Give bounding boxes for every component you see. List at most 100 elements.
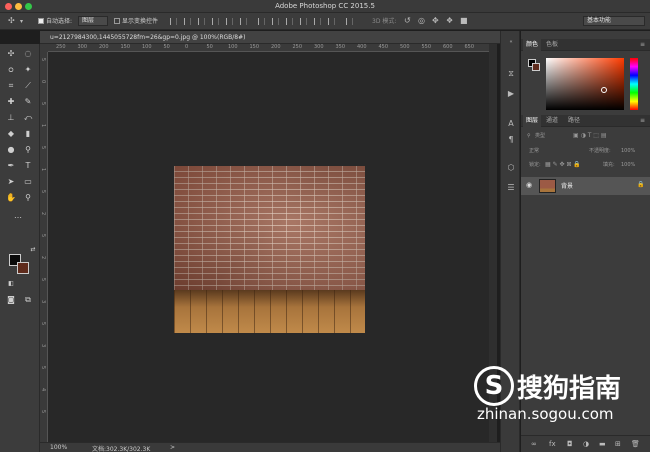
ruler-tick-label: 3 [40,344,46,348]
eyedropper-tool-icon[interactable]: ⟋ [21,80,35,92]
blend-mode-dropdown[interactable]: 正常 [529,147,539,155]
tab-layers[interactable]: 图层 [523,115,542,127]
slide-3d-icon[interactable]: ❖ [446,16,453,25]
ruler-tick-label: 550 [421,44,432,50]
distribute-bottom-icon[interactable] [286,18,293,25]
move-tool-icon[interactable]: ✣ [4,48,18,60]
document-image[interactable] [174,166,365,333]
lasso-tool-icon[interactable]: ᴑ [4,64,18,76]
drag-3d-icon[interactable]: ✥ [432,16,439,25]
fill-input[interactable]: 100% [621,161,635,169]
distribute-hcenter-icon[interactable] [314,18,321,25]
zoom-level[interactable]: 100% [50,444,67,451]
layer-style-icon[interactable]: fx [549,440,556,448]
gradient-tool-icon[interactable]: ▮ [21,128,35,140]
panel-menu-icon[interactable]: ≡ [637,115,648,127]
layer-filter-dropdown[interactable]: 类型 [535,132,545,140]
screen-mode-icon[interactable]: ⧉ [21,294,35,306]
hand-tool-icon[interactable]: ✋ [4,192,18,204]
tab-swatches[interactable]: 色板 [543,39,561,51]
distribute-top-icon[interactable] [258,18,265,25]
auto-select-target-dropdown[interactable]: 图层 [78,16,108,26]
paragraph-panel-icon[interactable]: ¶ [506,135,516,145]
workspace-dropdown[interactable]: 基本功能 [583,16,645,26]
show-transform-checkbox[interactable] [114,18,120,24]
align-right-icon[interactable] [240,18,247,25]
new-group-icon[interactable]: ▬ [599,440,606,448]
auto-align-icon[interactable] [346,18,353,25]
chevron-down-icon[interactable]: ▾ [20,18,23,25]
character-panel-icon[interactable]: A [506,119,516,129]
trash-icon[interactable]: 🗑 [631,440,640,448]
history-panel-icon[interactable]: ⧖ [506,69,516,79]
actions-panel-icon[interactable]: ▶ [506,89,516,99]
ruler-tick-label: 5 [40,146,46,150]
type-tool-icon[interactable]: T [21,160,35,172]
distribute-right-icon[interactable] [328,18,335,25]
eraser-tool-icon[interactable]: ◆ [4,128,18,140]
ruler-tick-label: 250 [292,44,303,50]
path-selection-tool-icon[interactable]: ➤ [4,176,18,188]
3d-panel-icon[interactable]: ⬡ [506,163,516,173]
distribute-left-icon[interactable] [300,18,307,25]
background-color-swatch[interactable] [17,262,29,274]
layer-name[interactable]: 背景 [561,181,573,190]
link-layers-icon[interactable]: ∞ [531,440,537,448]
history-brush-tool-icon[interactable]: ⤺ [21,112,35,124]
blur-tool-icon[interactable]: ● [4,144,18,156]
panel-menu-icon[interactable]: ≡ [637,39,648,51]
clone-stamp-tool-icon[interactable]: ⊥ [4,112,18,124]
scale-3d-icon[interactable]: ■ [460,16,468,25]
watermark-url: zhinan.sogou.com [477,405,614,423]
collapse-icon[interactable]: « [506,37,516,47]
align-vcenter-icon[interactable] [184,18,191,25]
ruler-tick-label: 150 [249,44,260,50]
roll-3d-icon[interactable]: ◎ [418,16,425,25]
lock-icon: 🔒 [637,181,645,188]
rectangle-tool-icon[interactable]: ▭ [21,176,35,188]
marquee-tool-icon[interactable]: ◌ [21,48,35,60]
healing-brush-tool-icon[interactable]: ✚ [4,96,18,108]
color-panel-background[interactable] [532,63,540,71]
status-menu-arrow[interactable]: > [170,444,175,451]
brush-tool-icon[interactable]: ✎ [21,96,35,108]
fill-label: 填充: [603,162,615,168]
properties-panel-icon[interactable]: ☰ [506,183,516,193]
add-mask-icon[interactable]: ◘ [567,440,573,448]
ruler-tick-label: 200 [99,44,109,50]
distribute-vcenter-icon[interactable] [272,18,279,25]
document-tab[interactable]: u=2127984300,1445055728fm=26&gp=0.jpg @ … [50,31,246,44]
pen-tool-icon[interactable]: ✒ [4,160,18,172]
new-layer-icon[interactable]: ⊞ [615,440,621,448]
default-colors-icon[interactable]: ◧ [4,278,18,290]
color-spectrum[interactable] [546,58,624,110]
vertical-ruler[interactable]: 5 0 5 1 5 1 5 2 5 2 5 3 5 3 5 4 5 [40,52,48,442]
move-tool-icon[interactable]: ✣ [8,16,15,25]
tab-color[interactable]: 颜色 [523,39,542,51]
adjustment-layer-icon[interactable]: ◑ [583,440,589,448]
eye-icon[interactable]: ◉ [526,181,532,189]
ruler-tick-label: 5 [40,102,46,106]
magic-wand-tool-icon[interactable]: ✦ [21,64,35,76]
lock-icons[interactable]: ▦ ✎ ✥ ⊠ 🔒 [545,161,581,169]
tab-paths[interactable]: 路径 [565,115,583,127]
layer-row[interactable]: ◉ 背景 🔒 [521,177,650,195]
auto-select-checkbox[interactable] [38,18,44,24]
align-left-icon[interactable] [212,18,219,25]
zoom-tool-icon[interactable]: ⚲ [21,192,35,204]
align-hcenter-icon[interactable] [226,18,233,25]
layer-filter-icons[interactable]: ▣ ◑ T ⬚ ▤ [573,132,607,140]
crop-tool-icon[interactable]: ⌗ [4,80,18,92]
color-picker-ring[interactable] [601,87,607,93]
hue-slider[interactable] [630,58,638,110]
opacity-input[interactable]: 100% [621,147,635,155]
swap-colors-icon[interactable]: ⇄ [26,244,40,256]
more-tools-icon[interactable]: … [11,210,25,222]
tab-channels[interactable]: 通道 [543,115,561,127]
quick-mask-icon[interactable]: ◙ [4,294,18,306]
dodge-tool-icon[interactable]: ⚲ [21,144,35,156]
align-top-icon[interactable] [170,18,177,25]
align-bottom-icon[interactable] [198,18,205,25]
horizontal-ruler[interactable]: 250 300 200 150 100 50 0 50 100 150 200 250 300 350 40… [48,44,489,52]
rotate-3d-icon[interactable]: ↺ [404,16,411,25]
